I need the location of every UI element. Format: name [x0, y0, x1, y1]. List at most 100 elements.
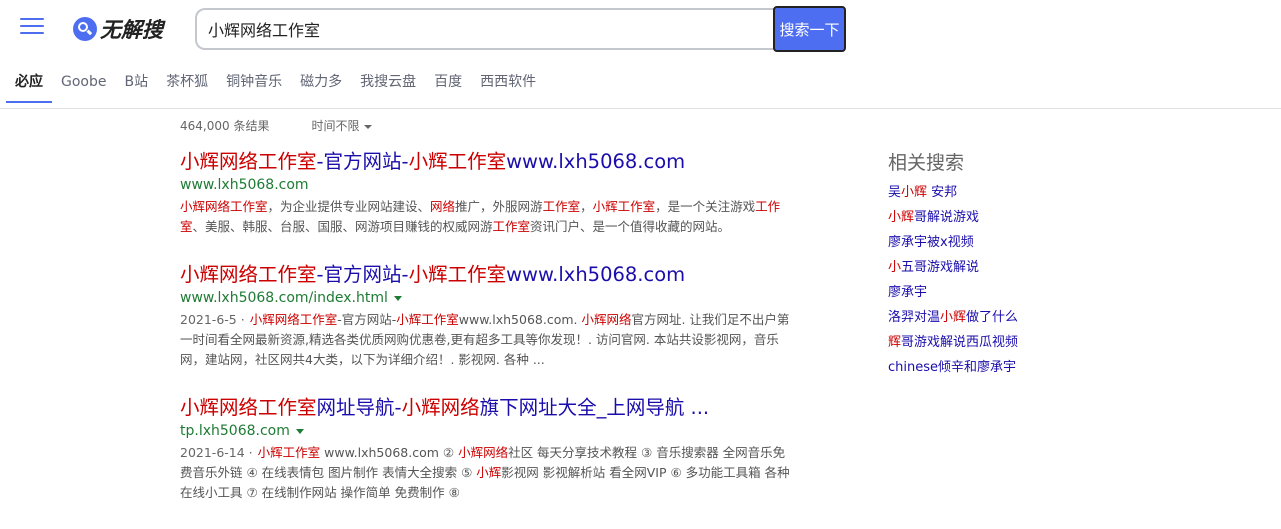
search-logo-icon	[73, 17, 97, 41]
text-segment: 五哥游戏解说	[901, 260, 980, 275]
related-item[interactable]: 洛羿对温小辉做了什么	[888, 305, 1138, 330]
highlight-text: 小辉工作室	[396, 312, 459, 327]
tab-8[interactable]: 西西软件	[471, 65, 545, 103]
highlight-text: 小辉网络	[458, 445, 509, 460]
time-filter-label: 时间不限	[311, 119, 360, 133]
highlight-text: 小辉工作室	[592, 199, 656, 214]
result-url-text: www.lxh5068.com/index.html	[180, 290, 388, 306]
text-segment: 做了什么	[966, 310, 1019, 325]
caret-down-icon[interactable]	[295, 428, 304, 434]
related-item[interactable]: 小辉哥解说游戏	[888, 205, 1138, 230]
logo-text: 无解搜	[100, 18, 163, 42]
caret-down-icon	[364, 124, 373, 129]
logo[interactable]: 无解搜	[73, 14, 163, 44]
tab-0[interactable]: 必应	[6, 65, 52, 103]
text-segment: ，为企业提供专业网站建设、	[267, 199, 431, 214]
result-title-link[interactable]: 小辉网络工作室-官方网站-小辉工作室www.lxh5068.com	[180, 263, 790, 287]
highlight-text: 辉	[888, 335, 902, 350]
text-segment: 安邦	[927, 185, 958, 200]
highlight-text: 小辉	[888, 210, 915, 225]
highlight-text: 工作室	[492, 219, 531, 234]
text-segment: www.lxh5068.com ②	[320, 445, 459, 460]
text-segment: -官方网站-	[337, 312, 397, 327]
tab-2[interactable]: B站	[115, 65, 157, 103]
highlight-text: 小	[888, 260, 902, 275]
text-segment: chinese倾辛和廖承宇	[888, 360, 1017, 375]
tab-5[interactable]: 磁力多	[291, 65, 351, 103]
search-box	[195, 8, 775, 50]
text-segment: 旗下网址大全_上网导航 ...	[479, 396, 710, 419]
text-segment: -官方网站-	[316, 150, 409, 173]
result-url[interactable]: tp.lxh5068.com	[180, 421, 790, 441]
text-segment: 网址导航-	[316, 396, 402, 419]
tab-1[interactable]: Goobe	[52, 65, 115, 103]
highlight-text: 网络	[430, 199, 456, 214]
text-segment: www.lxh5068.com	[506, 150, 686, 173]
tab-6[interactable]: 我搜云盘	[351, 65, 425, 103]
result-abstract: 2021-6-14 · 小辉工作室 www.lxh5068.com ② 小辉网络社…	[180, 443, 790, 503]
text-segment: ，	[580, 199, 593, 214]
related-item[interactable]: 辉哥游戏解说西瓜视频	[888, 330, 1138, 355]
related-title: 相关搜索	[888, 152, 965, 174]
result-date: 2021-6-14 ·	[180, 445, 253, 460]
text-segment: 推广，外服网游	[455, 199, 543, 214]
text-segment: 哥解说游戏	[914, 210, 980, 225]
engine-tabs: 必应 Goobe B站 茶杯狐 铜钟音乐 磁力多 我搜云盘 百度 西西软件	[6, 65, 545, 109]
highlight-text: 小辉网络	[401, 396, 480, 419]
highlight-text: 小辉	[901, 185, 928, 200]
highlight-text: 小辉工作室	[408, 150, 507, 173]
menu-icon[interactable]	[20, 18, 44, 38]
caret-down-icon[interactable]	[393, 295, 402, 301]
result-url[interactable]: www.lxh5068.com	[180, 175, 790, 195]
related-list: 吴小辉 安邦 小辉哥解说游戏 廖承宇被x视频 小五哥游戏解说 廖承宇 洛羿对温小辉做了什么…	[888, 180, 1138, 380]
search-button[interactable]: 搜索一下	[773, 6, 846, 52]
result-url-text: tp.lxh5068.com	[180, 423, 290, 439]
highlight-text: 小辉网络工作室	[180, 199, 268, 214]
text-segment: 廖承宇被x视频	[888, 235, 974, 250]
highlight-text: 工作室	[542, 199, 581, 214]
result-abstract: 小辉网络工作室，为企业提供专业网站建设、网络推广，外服网游工作室，小辉工作室，是…	[180, 197, 790, 237]
result-title-link[interactable]: 小辉网络工作室-官方网站-小辉工作室www.lxh5068.com	[180, 150, 790, 174]
text-segment: 吴	[888, 185, 902, 200]
text-segment: 、美服、韩服、台服、国服、网游项目赚钱的权威网游	[192, 219, 493, 234]
tab-7[interactable]: 百度	[425, 65, 471, 103]
result-date: 2021-6-5 ·	[180, 312, 245, 327]
related-item[interactable]: 小五哥游戏解说	[888, 255, 1138, 280]
text-segment: www.lxh5068.com	[506, 263, 686, 286]
text-segment: 资讯门户、是一个值得收藏的网站。	[530, 219, 731, 234]
text-segment: 廖承宇	[888, 285, 928, 300]
result-count: 464,000 条结果	[180, 119, 270, 133]
result-stats: 464,000 条结果 时间不限	[180, 117, 373, 134]
highlight-text: 小辉网络工作室	[180, 263, 317, 286]
highlight-text: 小辉	[940, 310, 967, 325]
header: 无解搜 搜索一下 必应GoobeB站茶杯狐铜钟音乐磁力多我搜云盘百度西西软件	[0, 0, 1281, 109]
text-segment: 洛羿对温	[888, 310, 941, 325]
highlight-text: 小辉网络工作室	[249, 312, 338, 327]
highlight-text: 小辉工作室	[408, 263, 507, 286]
text-segment: ，是一个关注游戏	[655, 199, 756, 214]
tab-4[interactable]: 铜钟音乐	[217, 65, 291, 103]
result-title-link[interactable]: 小辉网络工作室网址导航-小辉网络旗下网址大全_上网导航 ...	[180, 396, 790, 420]
highlight-text: 小辉网络工作室	[180, 396, 317, 419]
result-item: 小辉网络工作室网址导航-小辉网络旗下网址大全_上网导航 ... tp.lxh506…	[180, 396, 790, 503]
search-input[interactable]	[197, 10, 775, 48]
text-segment: 哥游戏解说西瓜视频	[901, 335, 1019, 350]
text-segment: -官方网站-	[316, 263, 409, 286]
time-filter-dropdown[interactable]: 时间不限	[311, 117, 373, 134]
highlight-text: 小辉网络	[581, 312, 632, 327]
result-url-text: www.lxh5068.com	[180, 177, 309, 193]
related-searches: 相关搜索 吴小辉 安邦 小辉哥解说游戏 廖承宇被x视频 小五哥游戏解说 廖承宇 洛羿对温小…	[888, 150, 1138, 380]
related-item[interactable]: chinese倾辛和廖承宇	[888, 355, 1138, 380]
related-item[interactable]: 吴小辉 安邦	[888, 180, 1138, 205]
result-url[interactable]: www.lxh5068.com/index.html	[180, 288, 790, 308]
highlight-text: 小辉网络工作室	[180, 150, 317, 173]
related-item[interactable]: 廖承宇被x视频	[888, 230, 1138, 255]
highlight-text: 小辉工作室	[257, 445, 321, 460]
text-segment: www.lxh5068.com.	[458, 312, 582, 327]
result-item: 小辉网络工作室-官方网站-小辉工作室www.lxh5068.com www.lxh…	[180, 263, 790, 370]
tab-3[interactable]: 茶杯狐	[157, 65, 217, 103]
highlight-text: 小辉	[476, 465, 502, 480]
result-abstract: 2021-6-5 · 小辉网络工作室-官方网站-小辉工作室www.lxh5068.…	[180, 310, 790, 370]
related-item[interactable]: 廖承宇	[888, 280, 1138, 305]
result-item: 小辉网络工作室-官方网站-小辉工作室www.lxh5068.com www.lxh…	[180, 150, 790, 237]
